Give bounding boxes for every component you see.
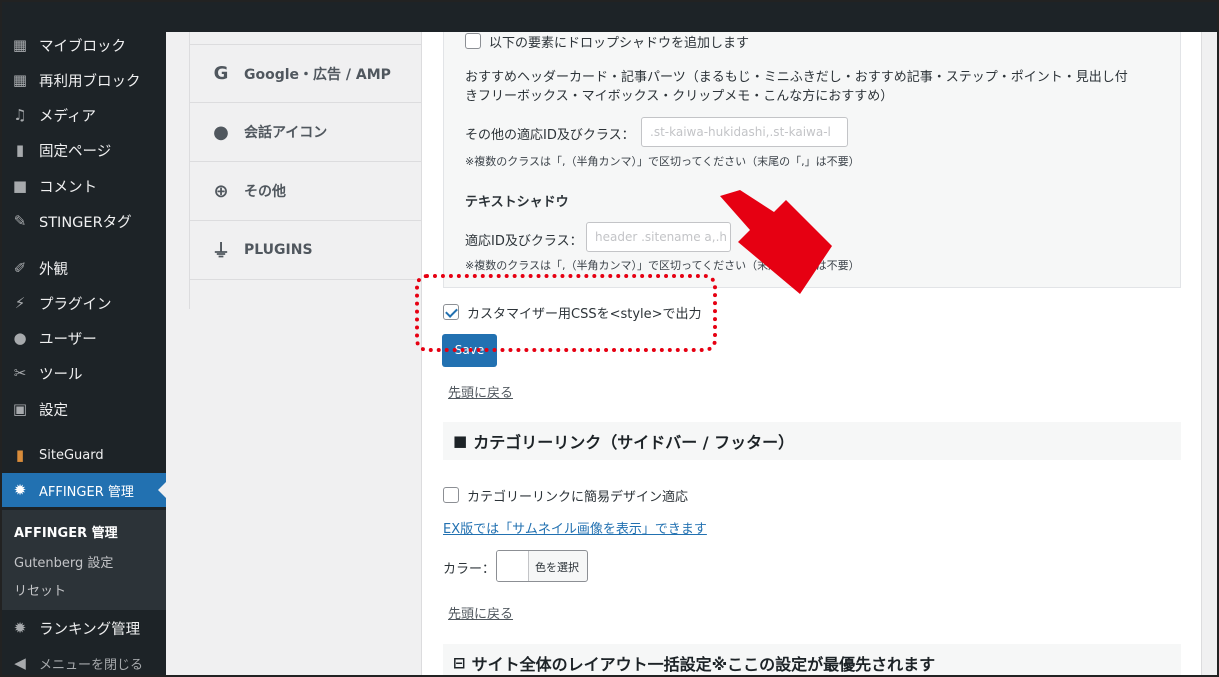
sidebar-item-label: コメント — [39, 179, 97, 196]
drop-shadow-label: 以下の要素にドロップシャドウを追加します — [489, 36, 750, 51]
tab-label: 会話アイコン — [244, 125, 328, 141]
ex-version-link[interactable]: EX版では「サムネイル画像を表示」できます — [443, 518, 707, 537]
drop-shadow-description: おすすめヘッダーカード・記事パーツ（まるもじ・ミニふきだし・おすすめ記事・ステッ… — [465, 70, 1128, 85]
text-shadow-heading: テキストシャドウ — [465, 195, 569, 210]
sidebar-item-label: 固定ページ — [39, 143, 112, 160]
apply-id-label: 適応ID及びクラス： — [465, 234, 583, 249]
folder-icon: ■ — [453, 432, 468, 450]
sidebar-item-label: メニューを閉じる — [39, 657, 144, 673]
sidebar-item-reusable-blocks[interactable]: ▦ 再利用ブロック — [2, 63, 166, 97]
user-icon: ● — [13, 329, 27, 347]
tab-label: その他 — [244, 184, 286, 200]
sidebar-item-tools[interactable]: ✂ ツール — [2, 356, 166, 390]
comment-icon: ■ — [12, 177, 28, 195]
sidebar-item-users[interactable]: ● ユーザー — [2, 321, 166, 355]
layout-heading-text: サイト全体のレイアウト一括設定※ここの設定が最優先されます — [471, 655, 936, 674]
tab-chat-icons[interactable]: ● 会話アイコン — [190, 103, 422, 162]
screenshot-frame: ▦ マイブロック ▦ 再利用ブロック ♫ メディア ▮ 固定ページ ■ コメント… — [0, 0, 1219, 677]
sidebar-item-siteguard[interactable]: ▮ SiteGuard — [2, 438, 166, 472]
sidebar-item-label: SiteGuard — [39, 447, 104, 463]
submenu-reset[interactable]: リセット — [14, 580, 66, 599]
gear-icon: ✹ — [13, 619, 27, 637]
settings-tab-list: G Google・広告 / AMP ● 会話アイコン ⊕ その他 ⏚ PLUGI… — [189, 32, 422, 309]
sidebar-item-media[interactable]: ♫ メディア — [2, 98, 166, 132]
drop-shadow-description-cont: きフリーボックス・マイボックス・クリップメモ・こんな方におすすめ） — [465, 89, 894, 104]
sidebar-item-label: 再利用ブロック — [39, 73, 141, 90]
google-icon: G — [213, 63, 229, 84]
sidebar-item-pages[interactable]: ▮ 固定ページ — [2, 133, 166, 167]
admin-bar — [2, 2, 1217, 32]
page-icon: ▮ — [15, 141, 25, 159]
plugin-icon: ⚡ — [14, 294, 26, 312]
grid-icon: ▦ — [12, 71, 28, 89]
sidebar-item-label: ユーザー — [39, 331, 97, 348]
sidebar-item-plugins[interactable]: ⚡ プラグイン — [2, 286, 166, 320]
color-label: カラー： — [443, 562, 496, 577]
layout-heading: ⊟ サイト全体のレイアウト一括設定※ここの設定が最優先されます — [443, 644, 1181, 675]
tab-label: Google・広告 / AMP — [244, 66, 391, 83]
sidebar-item-appearance[interactable]: ✐ 外観 — [2, 251, 166, 285]
affinger-submenu: AFFINGER 管理 Gutenberg 設定 リセット — [2, 510, 166, 610]
sidebar-item-ranking[interactable]: ✹ ランキング管理 — [2, 611, 166, 645]
sidebar-item-label: 外観 — [39, 261, 68, 278]
tab-google-ads-amp[interactable]: G Google・広告 / AMP — [190, 44, 422, 103]
red-arrow-icon — [720, 190, 832, 294]
plug-icon: ⏚ — [212, 241, 230, 262]
sidebar-item-label: STINGERタグ — [39, 214, 132, 231]
submenu-affinger-manage[interactable]: AFFINGER 管理 — [14, 522, 118, 541]
sidebar-item-label: マイブロック — [39, 38, 126, 55]
color-picker-label: 色を選択 — [535, 561, 579, 574]
category-design-label: カテゴリーリンクに簡易デザイン適応 — [467, 490, 689, 505]
speech-bubble-icon: ● — [213, 121, 229, 143]
sidebar-item-comments[interactable]: ■ コメント — [2, 169, 166, 203]
gear-icon: ✹ — [13, 481, 27, 499]
sidebar-item-label: ランキング管理 — [39, 621, 141, 638]
back-to-top-link[interactable]: 先頭に戻る — [448, 382, 513, 401]
other-id-label: その他の適応ID及びクラス： — [465, 128, 635, 143]
sidebar-item-settings[interactable]: ▣ 設定 — [2, 392, 166, 426]
sidebar-collapse-menu[interactable]: ◀ メニューを閉じる — [2, 646, 166, 675]
other-id-input[interactable]: .st-kaiwa-hukidashi,.st-kaiwa-l — [641, 117, 848, 147]
pin-icon: ✎ — [13, 212, 27, 230]
submenu-gutenberg-settings[interactable]: Gutenberg 設定 — [14, 552, 113, 571]
plus-circle-icon: ⊕ — [213, 180, 229, 202]
apply-id-input[interactable]: header .sitename a,.h — [586, 222, 731, 252]
tab-plugins[interactable]: ⏚ PLUGINS — [190, 221, 422, 280]
layout-icon: ⊟ — [453, 654, 466, 672]
sidebar-item-stinger-tags[interactable]: ✎ STINGERタグ — [2, 204, 166, 238]
admin-sidebar: ▦ マイブロック ▦ 再利用ブロック ♫ メディア ▮ 固定ページ ■ コメント… — [2, 32, 166, 675]
right-scroll-edge — [1201, 32, 1217, 675]
category-link-heading: ■ カテゴリーリンク（サイドバー / フッター） — [443, 422, 1181, 460]
settings-icon: ▣ — [12, 400, 28, 418]
color-picker-button[interactable]: 色を選択 — [496, 550, 588, 582]
sidebar-item-label: ツール — [39, 366, 83, 383]
comma-note: ※複数のクラスは「,（半角カンマ）」で区切ってください（末尾の「,」は不要） — [465, 155, 860, 168]
wrench-icon: ✂ — [13, 364, 27, 382]
siteguard-icon: ▮ — [15, 446, 25, 464]
brush-icon: ✐ — [13, 259, 27, 277]
media-icon: ♫ — [13, 106, 27, 124]
highlight-dotted-box — [415, 274, 717, 352]
color-swatch — [497, 551, 529, 581]
sidebar-item-label: 設定 — [39, 402, 68, 419]
category-heading-text: カテゴリーリンク（サイドバー / フッター） — [473, 433, 795, 452]
category-design-checkbox[interactable] — [443, 487, 459, 503]
settings-main: 以下の要素にドロップシャドウを追加します おすすめヘッダーカード・記事パーツ（ま… — [421, 32, 1201, 675]
drop-shadow-checkbox[interactable] — [465, 33, 481, 49]
tab-label: PLUGINS — [244, 242, 313, 258]
sidebar-item-my-blocks[interactable]: ▦ マイブロック — [2, 28, 166, 62]
sidebar-item-label: メディア — [39, 108, 96, 125]
tab-other[interactable]: ⊕ その他 — [190, 162, 422, 221]
sidebar-item-affinger[interactable]: ✹ AFFINGER 管理 — [2, 473, 166, 507]
collapse-icon: ◀ — [14, 654, 26, 672]
back-to-top-link-2[interactable]: 先頭に戻る — [448, 603, 513, 622]
sidebar-item-label: プラグイン — [39, 296, 112, 313]
sidebar-item-label: AFFINGER 管理 — [39, 484, 134, 500]
grid-icon: ▦ — [12, 36, 28, 54]
